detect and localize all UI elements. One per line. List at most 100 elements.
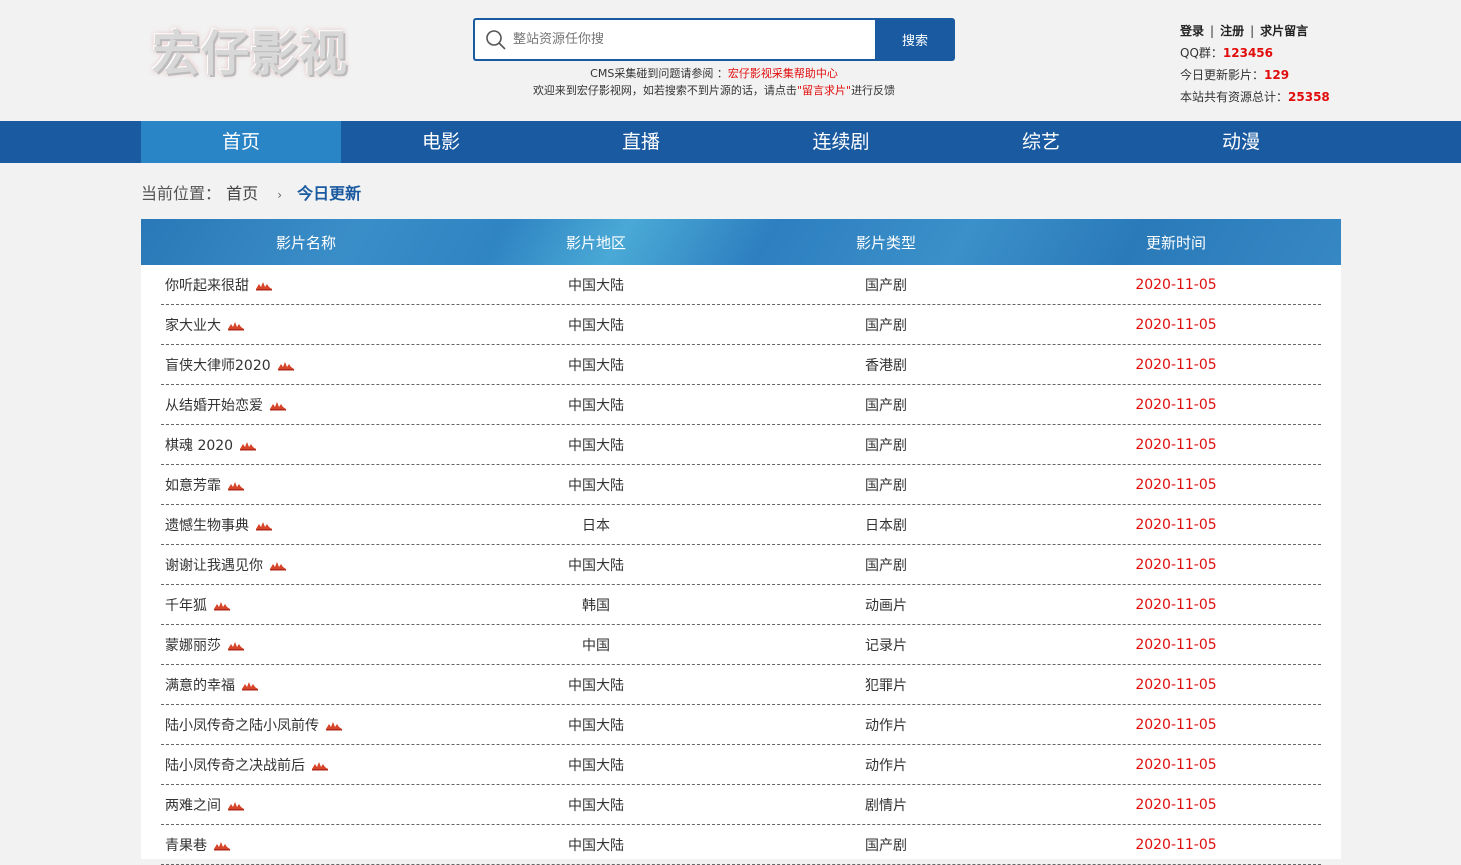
new-badge-icon [270,401,286,410]
register-link[interactable]: 注册 [1220,24,1244,38]
movie-update-time: 2020-11-05 [1135,436,1217,453]
movie-title-link[interactable]: 家大业大 [165,315,221,335]
movie-type: 香港剧 [865,357,907,374]
new-badge-icon [228,641,244,650]
new-badge-icon [214,841,230,850]
search-input[interactable] [513,32,853,47]
movie-title-link[interactable]: 满意的幸福 [165,675,235,695]
table-row: 两难之间 中国大陆 剧情片 2020-11-05 [161,785,1321,825]
movie-region: 日本 [582,517,610,534]
table-header: 影片名称 影片地区 影片类型 更新时间 [141,219,1341,265]
new-badge-icon [228,321,244,330]
movie-title-link[interactable]: 陆小凤传奇之陆小凤前传 [165,715,319,735]
nav-item-anime[interactable]: 动漫 [1141,121,1341,163]
movie-type: 犯罪片 [865,677,907,694]
breadcrumb-current: 今日更新 [297,184,362,203]
movie-title-link[interactable]: 青果巷 [165,835,207,855]
movie-title-cell: 蒙娜丽莎 [161,635,471,655]
new-badge-icon [270,561,286,570]
movie-title-cell: 你听起来很甜 [161,275,471,295]
nav-item-home[interactable]: 首页 [141,121,341,163]
new-badge-icon [214,601,230,610]
request-link[interactable]: 求片留言 [1260,24,1308,38]
movie-title-link[interactable]: 千年狐 [165,595,207,615]
table-row: 家大业大 中国大陆 国产剧 2020-11-05 [161,305,1321,345]
movie-type: 国产剧 [865,837,907,854]
movie-title-link[interactable]: 谢谢让我遇见你 [165,555,263,575]
movie-region: 韩国 [582,597,610,614]
notice-line-2-suffix: 进行反馈 [851,84,896,97]
user-links: 登录 | 注册 | 求片留言 [1180,24,1309,38]
movie-region: 中国大陆 [568,677,624,694]
site-logo[interactable]: 宏仔影视 [152,14,348,84]
table-row: 你听起来很甜 中国大陆 国产剧 2020-11-05 [161,265,1321,305]
movie-title-cell: 满意的幸福 [161,675,471,695]
movie-update-time: 2020-11-05 [1135,316,1217,333]
movie-title-cell: 陆小凤传奇之陆小凤前传 [161,715,471,735]
movie-update-time: 2020-11-05 [1135,276,1217,293]
movie-title-cell: 谢谢让我遇见你 [161,555,471,575]
new-badge-icon [326,721,342,730]
notice-line-1-text: CMS采集碰到问题请参阅 ： [590,67,728,80]
total-resources: 本站共有资源总计：25358 [1180,90,1330,104]
table-row: 陆小凤传奇之陆小凤前传 中国大陆 动作片 2020-11-05 [161,705,1321,745]
breadcrumb-label: 当前位置： [141,184,222,203]
movie-title-cell: 棋魂 2020 [161,435,471,455]
movie-title-link[interactable]: 棋魂 2020 [165,435,233,455]
movie-type: 剧情片 [865,797,907,814]
new-badge-icon [256,521,272,530]
today-updates: 今日更新影片：129 [1180,68,1290,82]
notice: CMS采集碰到问题请参阅 ：宏仔影视采集帮助中心 欢迎来到宏仔影视网，如若搜索不… [473,65,955,99]
nav-item-live[interactable]: 直播 [541,121,741,163]
movie-region: 中国大陆 [568,357,624,374]
new-badge-icon [277,361,294,370]
movie-update-time: 2020-11-05 [1135,796,1217,813]
movie-region: 中国大陆 [568,397,624,414]
search-button[interactable]: 搜索 [875,18,955,61]
search-box [473,18,875,61]
header-time: 更新时间 [1145,233,1206,252]
movie-type: 国产剧 [865,277,907,294]
nav-item-series[interactable]: 连续剧 [741,121,941,163]
breadcrumb-arrow: › [277,188,283,202]
movie-title-link[interactable]: 你听起来很甜 [165,275,249,295]
table-row: 棋魂 2020 中国大陆 国产剧 2020-11-05 [161,425,1321,465]
nav-item-movies[interactable]: 电影 [341,121,541,163]
movie-title-link[interactable]: 从结婚开始恋爱 [165,395,263,415]
movie-title-link[interactable]: 盲侠大律师2020 [165,355,271,375]
new-badge-icon [312,761,328,770]
movie-region: 中国 [582,637,610,654]
movie-title-link[interactable]: 蒙娜丽莎 [165,635,221,655]
movie-region: 中国大陆 [568,477,624,494]
breadcrumb-home[interactable]: 首页 [226,184,258,203]
new-badge-icon [228,801,244,810]
movie-update-time: 2020-11-05 [1135,716,1217,733]
new-badge-icon [242,681,258,690]
login-link[interactable]: 登录 [1180,24,1204,38]
movie-title-link[interactable]: 遗憾生物事典 [165,515,249,535]
movie-type: 动作片 [865,757,907,774]
table-row: 谢谢让我遇见你 中国大陆 国产剧 2020-11-05 [161,545,1321,585]
movie-title-cell: 遗憾生物事典 [161,515,471,535]
request-movie-link[interactable]: "留言求片" [797,84,851,97]
table-row: 如意芳霏 中国大陆 国产剧 2020-11-05 [161,465,1321,505]
movie-title-link[interactable]: 两难之间 [165,795,221,815]
breadcrumb: 当前位置： 首页 › 今日更新 [141,180,361,204]
movie-update-time: 2020-11-05 [1135,836,1217,853]
header-type: 影片类型 [855,233,916,252]
movie-update-time: 2020-11-05 [1135,636,1217,653]
header-title: 影片名称 [275,233,336,252]
search-icon [486,29,506,50]
movie-update-time: 2020-11-05 [1135,356,1217,373]
movie-title-link[interactable]: 陆小凤传奇之决战前后 [165,755,305,775]
user-info: 登录 | 注册 | 求片留言 QQ群：123456 今日更新影片：129 本站共有资源总… [1180,20,1330,108]
movie-type: 动画片 [865,597,907,614]
movie-title-cell: 盲侠大律师2020 [161,355,471,375]
help-center-link[interactable]: 宏仔影视采集帮助中心 [728,67,838,80]
new-badge-icon [228,481,244,490]
movie-title-link[interactable]: 如意芳霏 [165,475,221,495]
nav-item-variety[interactable]: 综艺 [941,121,1141,163]
notice-line-2: 欢迎来到宏仔影视网，如若搜索不到片源的话，请点击"留言求片"进行反馈 [473,82,955,99]
movie-type: 国产剧 [865,397,907,414]
update-table: 影片名称 影片地区 影片类型 更新时间 你听起来很甜 中国大陆 国产剧 2020-11… [141,219,1341,865]
